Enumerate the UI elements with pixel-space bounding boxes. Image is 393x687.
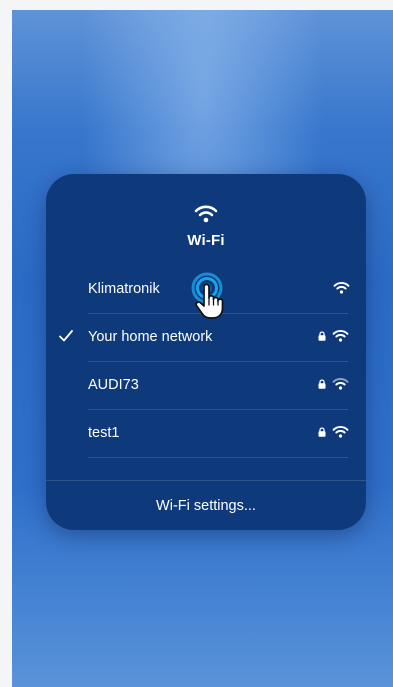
checkmark-icon (59, 330, 73, 342)
wifi-icon (332, 425, 349, 438)
background-screen: Wi-Fi Klimatronik Your home network AUDI… (12, 10, 393, 687)
lock-icon (318, 427, 326, 437)
lock-icon (318, 379, 326, 389)
wifi-settings-button[interactable]: Wi-Fi settings... (46, 492, 366, 520)
wifi-panel: Wi-Fi Klimatronik Your home network AUDI… (46, 174, 366, 530)
panel-title: Wi-Fi (187, 232, 225, 249)
hand-pointer-icon (191, 272, 224, 319)
network-name: Klimatronik (88, 281, 160, 297)
settings-divider (46, 480, 366, 481)
network-item-audi73[interactable]: AUDI73 (46, 362, 366, 410)
network-name: Your home network (88, 329, 213, 345)
network-item-test1[interactable]: test1 (46, 410, 366, 458)
lock-icon (318, 331, 326, 341)
wifi-icon (332, 329, 349, 342)
network-name: AUDI73 (88, 377, 139, 393)
network-name: test1 (88, 425, 120, 441)
wifi-icon (333, 281, 350, 294)
wifi-icon (332, 377, 349, 390)
wifi-icon (194, 205, 218, 223)
row-divider (88, 457, 348, 458)
